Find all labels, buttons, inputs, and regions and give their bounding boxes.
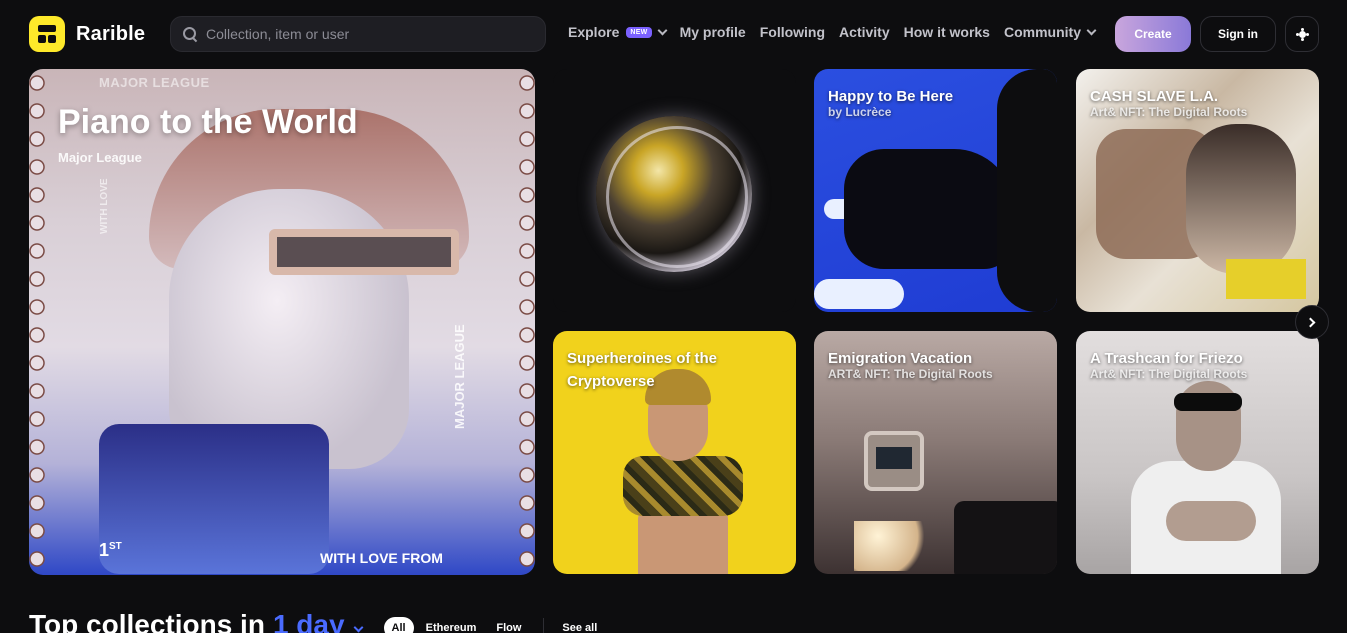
hero-mark-rank-suffix: ST <box>109 541 122 552</box>
hero-mark-top: MAJOR LEAGUE <box>99 75 210 90</box>
nav-following[interactable]: Following <box>760 24 825 40</box>
top-navbar: Rarible Explore NEW My profile Following… <box>0 0 1347 68</box>
search-bar[interactable] <box>170 16 546 52</box>
cat-artwork <box>844 149 1014 269</box>
tv-artwork <box>864 431 924 491</box>
nav-explore[interactable]: Explore NEW <box>568 24 668 40</box>
divider <box>543 618 545 633</box>
hero-artwork-lower <box>99 424 329 574</box>
filter-ethereum[interactable]: Ethereum <box>418 617 485 633</box>
chevron-down-icon <box>657 25 668 35</box>
card-subtitle: ART& NFT: The Digital Roots <box>828 367 993 381</box>
card-emigration-vacation[interactable]: Emigration Vacation ART& NFT: The Digita… <box>814 331 1057 574</box>
stamp-edge-left <box>29 69 45 575</box>
theme-toggle-button[interactable] <box>1285 16 1319 52</box>
hero-mark-rank-number: 1 <box>99 540 110 560</box>
nav-explore-label: Explore <box>568 24 620 40</box>
camo-top-artwork <box>623 456 743 516</box>
nav-community[interactable]: Community <box>1003 24 1097 40</box>
card-cash-slave[interactable]: CASH SLAVE L.A. Art& NFT: The Digital Ro… <box>1076 69 1319 312</box>
new-badge: NEW <box>626 26 652 38</box>
rarible-logo[interactable]: Rarible <box>29 16 145 52</box>
chain-filters: All Ethereum Flow See all <box>383 617 610 633</box>
girl-body-artwork <box>638 511 728 574</box>
chevron-down-icon <box>1086 25 1097 35</box>
section-title: Top collections in <box>29 609 265 633</box>
nav-how-it-works-label: How it works <box>903 24 990 40</box>
nav-activity[interactable]: Activity <box>839 24 890 40</box>
chevron-right-icon <box>1305 317 1316 327</box>
nav-how-it-works[interactable]: How it works <box>904 24 990 40</box>
hero-subtitle: Major League <box>58 150 142 165</box>
filter-flow[interactable]: Flow <box>488 617 529 633</box>
hero-card-piano-to-the-world[interactable]: MAJOR LEAGUE WITH LOVE Piano to the Worl… <box>29 69 535 575</box>
hero-title: Piano to the World <box>58 103 358 141</box>
face-artwork <box>1186 124 1296 274</box>
stamp-edge-right <box>519 69 535 575</box>
nav-community-label: Community <box>1003 24 1081 40</box>
cloud-shape <box>814 279 904 309</box>
card-subtitle: by Lucrèce <box>828 105 892 119</box>
hero-mark-side: MAJOR LEAGUE <box>452 324 467 429</box>
candles-artwork <box>854 521 934 571</box>
period-selector[interactable]: 1 day <box>273 609 345 633</box>
hero-mark-side-left: WITH LOVE <box>99 178 110 234</box>
card-superheroines[interactable]: Superheroines of the Cryptoverse <box>553 331 796 574</box>
nav-activity-label: Activity <box>839 24 890 40</box>
nav-my-profile-label: My profile <box>679 24 746 40</box>
hero-mark-rank: 1ST <box>99 540 122 561</box>
carousel-next-button[interactable] <box>1295 305 1329 339</box>
filter-all[interactable]: All <box>383 617 414 633</box>
sun-icon <box>1298 30 1306 38</box>
see-all-link[interactable]: See all <box>554 617 605 633</box>
card-subtitle: Art& NFT: The Digital Roots <box>1090 367 1248 381</box>
card-subtitle: Art& NFT: The Digital Roots <box>1090 105 1248 119</box>
chevron-down-icon[interactable] <box>353 622 363 632</box>
top-collections-header: Top collections in 1 day All Ethereum Fl… <box>29 605 609 633</box>
search-icon <box>183 27 197 41</box>
logo-icon <box>29 16 65 52</box>
sign-in-button[interactable]: Sign in <box>1200 16 1276 52</box>
orb-card[interactable] <box>553 69 796 312</box>
card-trashcan-for-friezo[interactable]: A Trashcan for Friezo Art& NFT: The Digi… <box>1076 331 1319 574</box>
card-happy-to-be-here[interactable]: Happy to Be Here by Lucrèce <box>814 69 1057 312</box>
dark-object-artwork <box>954 501 1057 574</box>
card-title: Superheroines of the Cryptoverse <box>567 350 718 391</box>
create-button[interactable]: Create <box>1115 16 1191 52</box>
main-nav: Explore NEW My profile Following Activit… <box>568 24 1109 40</box>
hero-artwork-glasses <box>269 229 459 275</box>
search-input[interactable] <box>206 26 526 42</box>
hero-mark-bottom: WITH LOVE FROM <box>320 550 443 566</box>
sunglasses-artwork <box>1174 393 1242 411</box>
yellow-patch <box>1226 259 1306 299</box>
dark-corner-shape <box>997 69 1057 312</box>
nav-following-label: Following <box>759 24 826 40</box>
orb-artwork <box>596 116 752 272</box>
hands-artwork <box>1166 501 1256 541</box>
logo-text: Rarible <box>76 22 146 45</box>
nav-my-profile[interactable]: My profile <box>680 24 746 40</box>
